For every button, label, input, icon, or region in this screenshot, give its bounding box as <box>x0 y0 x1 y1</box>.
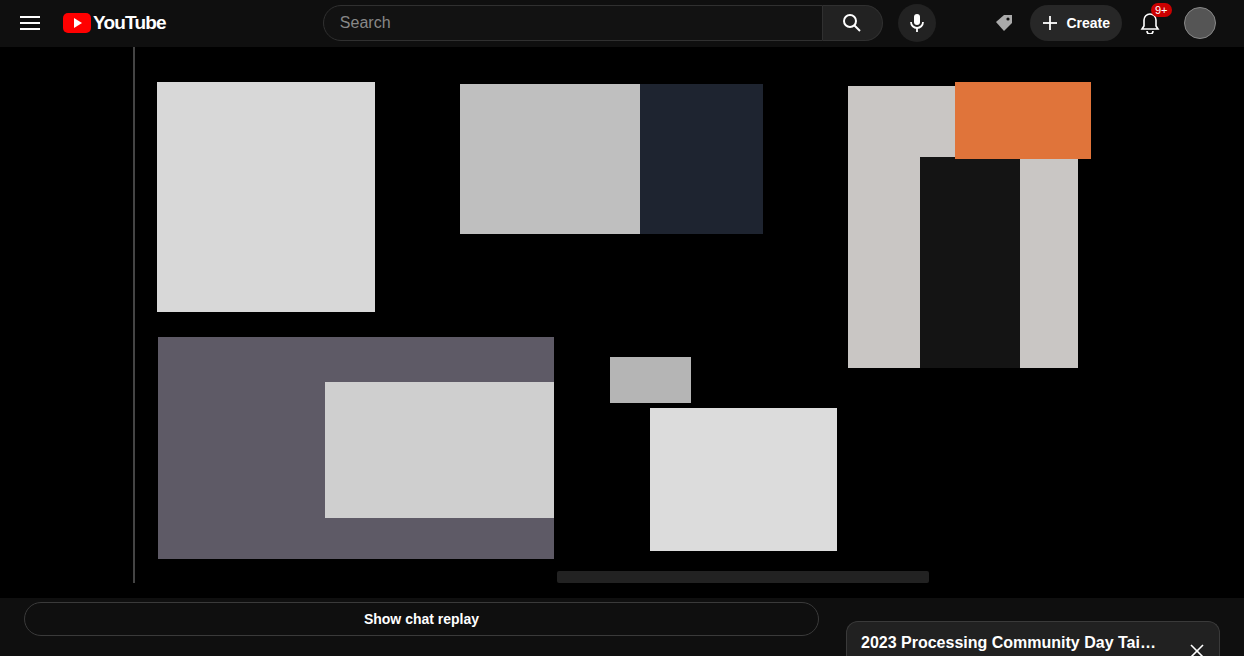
create-label: Create <box>1066 13 1110 34</box>
video-frame <box>0 47 1244 598</box>
logo-text: YouTube <box>93 9 166 38</box>
hamburger-icon <box>20 15 40 31</box>
notifications-button[interactable]: 9+ <box>1130 3 1170 43</box>
playlist-panel[interactable]: 2023 Processing Community Day Tai… <box>846 621 1220 656</box>
voice-search-button[interactable] <box>898 4 936 42</box>
search-input[interactable] <box>340 11 822 35</box>
search-icon <box>842 13 862 33</box>
close-icon[interactable] <box>1189 643 1205 656</box>
menu-button[interactable] <box>15 8 45 38</box>
notification-badge: 9+ <box>1151 3 1172 17</box>
chat-replay-button[interactable]: Show chat replay <box>24 602 819 636</box>
video-player[interactable] <box>0 47 1244 598</box>
chat-replay-label: Show chat replay <box>364 609 479 630</box>
microphone-icon <box>909 13 925 33</box>
playlist-title: 2023 Processing Community Day Tai… <box>861 631 1156 655</box>
avatar[interactable] <box>1184 7 1216 39</box>
create-button[interactable]: Create <box>1030 5 1122 41</box>
youtube-logo[interactable]: YouTube <box>63 9 166 38</box>
search-button[interactable] <box>823 5 883 41</box>
search-box[interactable] <box>323 5 823 41</box>
youtube-play-icon <box>63 13 91 33</box>
tag-icon[interactable] <box>994 13 1014 33</box>
masthead: YouTube Create 9+ <box>0 0 1244 46</box>
plus-icon <box>1042 15 1058 31</box>
